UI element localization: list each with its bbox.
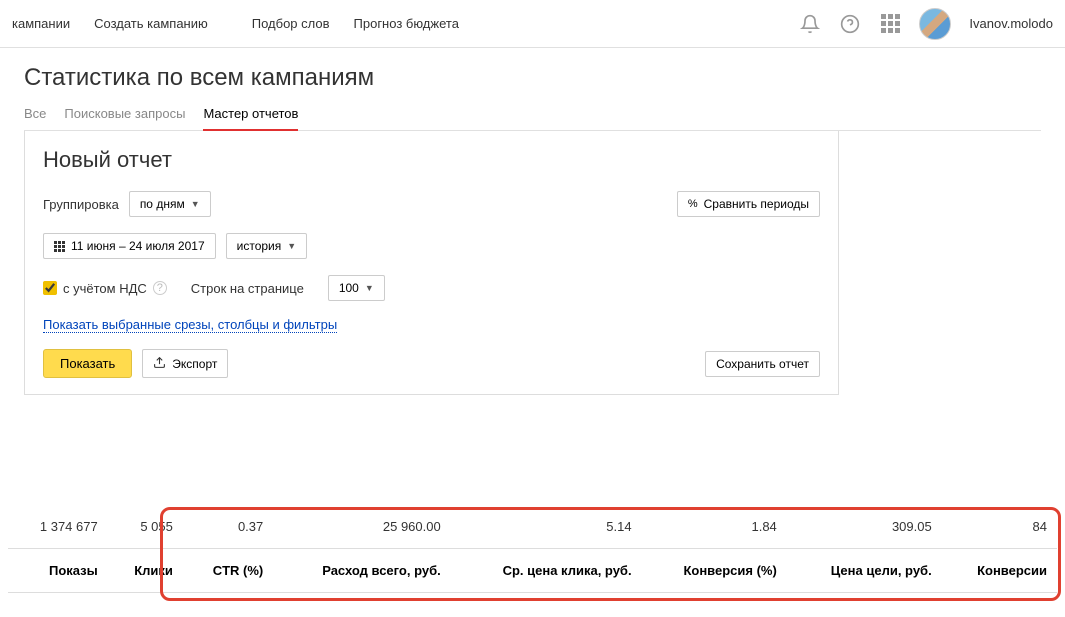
help-icon[interactable] bbox=[839, 13, 861, 35]
cell-cpc: 5.14 bbox=[451, 505, 642, 549]
page-title: Статистика по всем кампаниям bbox=[24, 64, 1041, 92]
tabs: Все Поисковые запросы Мастер отчетов bbox=[24, 106, 1041, 131]
main-content: Статистика по всем кампаниям Все Поисков… bbox=[0, 48, 1065, 395]
chevron-down-icon: ▼ bbox=[191, 199, 200, 209]
date-range-button[interactable]: 11 июня – 24 июля 2017 bbox=[43, 233, 216, 259]
panel-title: Новый отчет bbox=[43, 147, 820, 173]
vat-checkbox[interactable] bbox=[43, 281, 57, 295]
header-ctr: CTR (%) bbox=[183, 549, 273, 593]
avatar[interactable] bbox=[919, 8, 951, 40]
rows-per-page-label: Строк на странице bbox=[191, 281, 304, 296]
cell-spend: 25 960.00 bbox=[273, 505, 450, 549]
grouping-value: по дням bbox=[140, 197, 185, 211]
vat-label: с учётом НДС bbox=[63, 281, 147, 296]
apps-icon[interactable] bbox=[879, 13, 901, 35]
vat-checkbox-wrap[interactable]: с учётом НДС ? bbox=[43, 281, 167, 296]
tab-search-queries[interactable]: Поисковые запросы bbox=[64, 106, 185, 130]
nav-campaigns[interactable]: кампании bbox=[12, 16, 70, 31]
tab-report-wizard[interactable]: Мастер отчетов bbox=[203, 106, 298, 131]
nav-create-campaign[interactable]: Создать кампанию bbox=[94, 16, 208, 31]
username: Ivanov.molodo bbox=[969, 16, 1053, 31]
chevron-down-icon: ▼ bbox=[287, 241, 296, 251]
chevron-down-icon: ▼ bbox=[365, 283, 374, 293]
top-bar: кампании Создать кампанию Подбор слов Пр… bbox=[0, 0, 1065, 48]
header-goal-cost: Цена цели, руб. bbox=[787, 549, 942, 593]
bell-icon[interactable] bbox=[799, 13, 821, 35]
top-right: Ivanov.molodo bbox=[799, 8, 1053, 40]
grouping-label: Группировка bbox=[43, 197, 119, 212]
cell-ctr: 0.37 bbox=[183, 505, 273, 549]
header-spend: Расход всего, руб. bbox=[273, 549, 450, 593]
history-button[interactable]: история ▼ bbox=[226, 233, 308, 259]
report-panel: Новый отчет Группировка по дням ▼ % Срав… bbox=[24, 131, 839, 395]
rows-value: 100 bbox=[339, 281, 359, 295]
cell-impressions: 1 374 677 bbox=[8, 505, 108, 549]
calendar-icon bbox=[54, 241, 65, 252]
table-row: 1 374 677 5 055 0.37 25 960.00 5.14 1.84… bbox=[8, 505, 1057, 549]
nav-forecast[interactable]: Прогноз бюджета bbox=[354, 16, 459, 31]
cell-clicks: 5 055 bbox=[108, 505, 183, 549]
export-icon bbox=[153, 356, 166, 372]
help-icon[interactable]: ? bbox=[153, 281, 167, 295]
compare-icon: % bbox=[688, 198, 698, 210]
header-cpc: Ср. цена клика, руб. bbox=[451, 549, 642, 593]
compare-periods-button[interactable]: % Сравнить периоды bbox=[677, 191, 820, 217]
table-header-row: Показы Клики CTR (%) Расход всего, руб. … bbox=[8, 549, 1057, 593]
rows-per-page-select[interactable]: 100 ▼ bbox=[328, 275, 385, 301]
header-impressions: Показы bbox=[8, 549, 108, 593]
tab-all[interactable]: Все bbox=[24, 106, 46, 130]
header-conv-rate: Конверсия (%) bbox=[642, 549, 787, 593]
date-range-value: 11 июня – 24 июля 2017 bbox=[71, 239, 205, 253]
cell-conversions: 84 bbox=[942, 505, 1057, 549]
header-conversions: Конверсии bbox=[942, 549, 1057, 593]
show-button[interactable]: Показать bbox=[43, 349, 132, 378]
show-filters-link[interactable]: Показать выбранные срезы, столбцы и филь… bbox=[43, 317, 337, 333]
nav-keywords[interactable]: Подбор слов bbox=[252, 16, 330, 31]
stats-table: 1 374 677 5 055 0.37 25 960.00 5.14 1.84… bbox=[8, 505, 1057, 593]
cell-goal-cost: 309.05 bbox=[787, 505, 942, 549]
cell-conv-rate: 1.84 bbox=[642, 505, 787, 549]
grouping-select[interactable]: по дням ▼ bbox=[129, 191, 211, 217]
save-report-button[interactable]: Сохранить отчет bbox=[705, 351, 820, 377]
export-button[interactable]: Экспорт bbox=[142, 349, 228, 378]
header-clicks: Клики bbox=[108, 549, 183, 593]
top-nav: кампании Создать кампанию Подбор слов Пр… bbox=[12, 16, 459, 31]
stats-table-wrap: 1 374 677 5 055 0.37 25 960.00 5.14 1.84… bbox=[0, 505, 1065, 605]
